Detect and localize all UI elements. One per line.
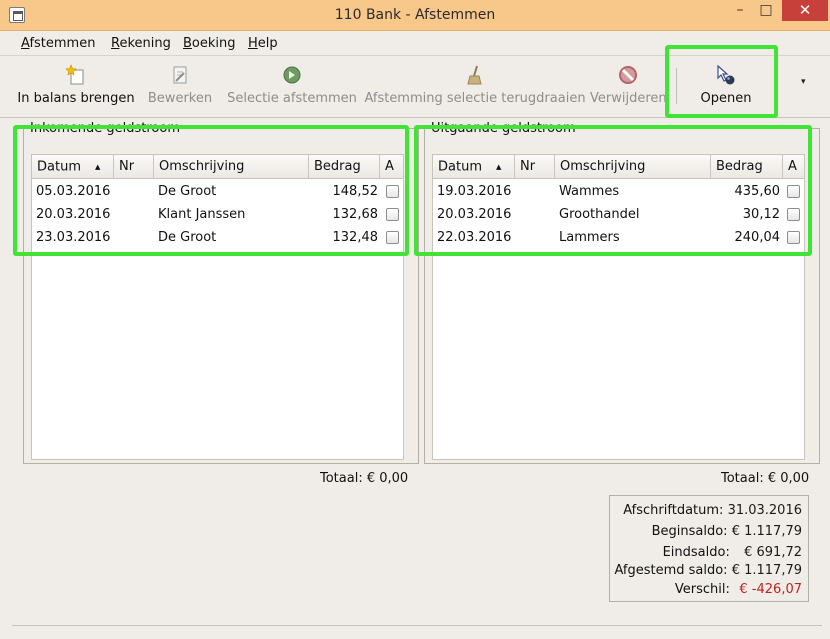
table-row[interactable]: 20.03.2016 Groothandel 30,12 [433, 203, 804, 226]
col-datum[interactable]: Datum ▲ [433, 155, 515, 179]
delete-circle-icon [619, 66, 637, 84]
green-arrow-icon [283, 66, 301, 84]
toolbar-separator [676, 68, 677, 104]
new-star-icon [65, 64, 84, 85]
table-row[interactable]: 19.03.2016 Wammes 435,60 [433, 180, 804, 203]
menu-boeking[interactable]: Boeking [183, 36, 236, 51]
in-balans-brengen-button[interactable]: In balans brengen [14, 56, 138, 116]
col-nr[interactable]: Nr [114, 155, 154, 179]
table-row[interactable]: 23.03.2016 De Groot 132,48 [32, 226, 403, 249]
bewerken-button[interactable]: Bewerken [145, 56, 215, 116]
summary-row: Afschriftdatum: 31.03.2016 [623, 503, 802, 518]
edit-document-icon [173, 66, 187, 84]
row-checkbox[interactable] [787, 185, 800, 198]
table-row[interactable]: 20.03.2016 Klant Janssen 132,68 [32, 203, 403, 226]
summary-row: Eindsaldo: € 691,72 [662, 545, 802, 560]
outgoing-legend: Uitgaande geldstroom [429, 121, 578, 136]
col-omschrijving[interactable]: Omschrijving [154, 155, 309, 179]
menu-rekening[interactable]: Rekening [111, 36, 171, 51]
summary-row: Verschil: € -426,07 [674, 582, 802, 597]
sort-up-icon: ▲ [94, 163, 101, 171]
title-bar: 110 Bank - Afstemmen – □ ✕ [0, 0, 830, 31]
col-bedrag[interactable]: Bedrag [309, 155, 380, 179]
menu-help[interactable]: Help [248, 36, 278, 51]
close-button[interactable]: ✕ [782, 0, 828, 21]
verwijderen-button[interactable]: Verwijderen [590, 56, 667, 116]
col-nr[interactable]: Nr [515, 155, 555, 179]
open-cursor-icon [717, 64, 735, 85]
row-checkbox[interactable] [386, 231, 399, 244]
row-checkbox[interactable] [386, 185, 399, 198]
outgoing-pane: Uitgaande geldstroom Datum ▲ Nr Omschrijv… [424, 121, 820, 464]
incoming-table-header: Datum ▲ Nr Omschrijving Bedrag A [32, 155, 403, 179]
col-a[interactable]: A [380, 155, 405, 179]
incoming-pane: Inkomende geldstroom Datum ▲ Nr Omschrijv… [23, 121, 419, 464]
row-checkbox[interactable] [787, 231, 800, 244]
table-row[interactable]: 05.03.2016 De Groot 148,52 [32, 180, 403, 203]
sort-up-icon: ▲ [495, 163, 502, 171]
outgoing-table-header: Datum ▲ Nr Omschrijving Bedrag A [433, 155, 804, 179]
maximize-button[interactable]: □ [754, 0, 778, 21]
menu-bar: Afstemmen Rekening Boeking Help [0, 31, 830, 55]
table-row[interactable]: 22.03.2016 Lammers 240,04 [433, 226, 804, 249]
col-a[interactable]: A [783, 155, 806, 179]
afstemming-terugdraaien-button[interactable]: Afstemming selectie terugdraaien [364, 56, 586, 116]
selectie-afstemmen-button[interactable]: Selectie afstemmen [224, 56, 360, 116]
window-title: 110 Bank - Afstemmen [334, 7, 496, 23]
row-checkbox[interactable] [787, 208, 800, 221]
difference-value: € -426,07 [739, 582, 802, 597]
toolbar-overflow-button[interactable]: ▾ [801, 77, 806, 87]
col-omschrijving[interactable]: Omschrijving [555, 155, 711, 179]
menu-afstemmen[interactable]: Afstemmen [21, 36, 95, 51]
minimize-button[interactable]: – [728, 0, 752, 21]
status-bar [12, 625, 822, 639]
col-datum[interactable]: Datum ▲ [32, 155, 114, 179]
outgoing-table[interactable]: Datum ▲ Nr Omschrijving Bedrag A 19.03.20… [432, 154, 805, 460]
incoming-total: Totaal: € 0,00 [320, 471, 409, 486]
row-checkbox[interactable] [386, 208, 399, 221]
incoming-table[interactable]: Datum ▲ Nr Omschrijving Bedrag A 05.03.20… [31, 154, 404, 460]
incoming-legend: Inkomende geldstroom [28, 121, 182, 136]
outgoing-total: Totaal: € 0,00 [721, 471, 810, 486]
summary-row: Beginsaldo: € 1.117,79 [651, 524, 802, 539]
toolbar: In balans brengen Bewerken Selectie afst… [0, 55, 830, 118]
broom-icon [467, 65, 482, 85]
summary-row: Afgestemd saldo: € 1.117,79 [614, 563, 802, 578]
summary-box: Afschriftdatum: 31.03.2016 Beginsaldo: €… [609, 495, 809, 602]
openen-button[interactable]: Openen [690, 56, 762, 116]
col-bedrag[interactable]: Bedrag [711, 155, 783, 179]
